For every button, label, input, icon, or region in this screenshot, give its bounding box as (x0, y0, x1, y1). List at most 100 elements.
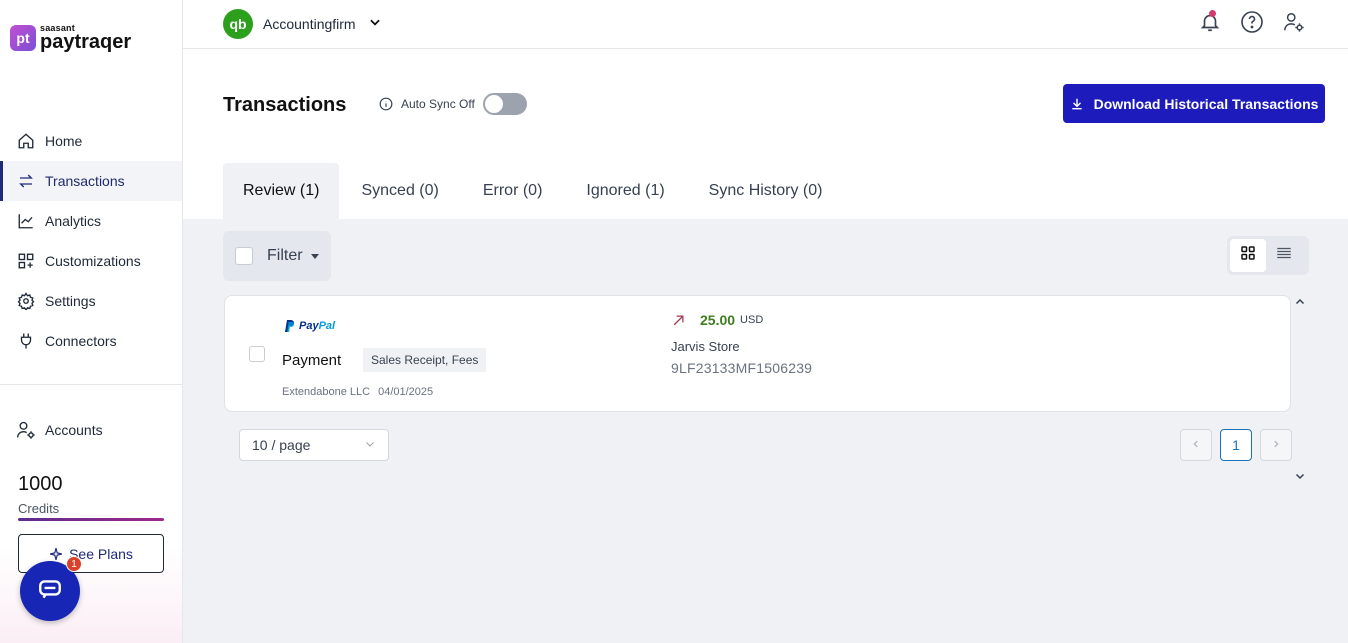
tab-review[interactable]: Review (1) (223, 163, 340, 219)
sidebar-item-label: Customizations (45, 253, 141, 269)
transaction-tag: Sales Receipt, Fees (363, 348, 487, 372)
next-page-button[interactable] (1260, 429, 1292, 461)
logo-mark: pt (10, 25, 36, 51)
sidebar: pt saasant paytraqer Home Transactions A… (0, 0, 183, 643)
line-chart-icon (16, 211, 36, 231)
scroll-up-button[interactable] (1294, 295, 1306, 313)
tab-synced[interactable]: Synced (0) (339, 163, 460, 219)
grid-view-button[interactable] (1230, 239, 1266, 272)
sidebar-item-settings[interactable]: Settings (0, 281, 182, 321)
credits-label: Credits (18, 501, 60, 516)
download-label: Download Historical Transactions (1093, 95, 1319, 112)
page-number-button[interactable]: 1 (1220, 429, 1252, 461)
filter-label: Filter (267, 247, 303, 264)
sidebar-item-label: Settings (45, 293, 96, 309)
download-historical-transactions-button[interactable]: Download Historical Transactions (1063, 84, 1325, 123)
chevron-down-icon (1294, 469, 1306, 486)
transaction-card[interactable]: Pay Pal Payment Sales Receipt, Fees Exten… (224, 295, 1291, 412)
prev-page-button[interactable] (1180, 429, 1212, 461)
chevron-right-icon (1271, 436, 1281, 454)
transaction-type: Payment (282, 352, 342, 369)
sidebar-item-label: Accounts (45, 422, 103, 438)
help-circle-icon (1240, 10, 1264, 39)
select-all-checkbox[interactable] (235, 247, 253, 265)
auto-sync-label: Auto Sync Off (401, 97, 475, 111)
list-icon (1274, 244, 1294, 267)
toggle-knob (484, 95, 503, 113)
transaction-store: Jarvis Store (671, 339, 740, 354)
chat-icon (37, 576, 63, 607)
chevron-up-icon (1294, 295, 1306, 312)
filter-dropdown[interactable]: Filter (223, 231, 331, 281)
company-name: Accountingfirm (263, 16, 356, 32)
credits-progress-bar (18, 518, 164, 521)
app-logo[interactable]: pt saasant paytraqer (10, 24, 131, 52)
transaction-checkbox[interactable] (249, 346, 265, 362)
logo-title: paytraqer (40, 31, 132, 53)
credits-value: 1000 (18, 473, 63, 495)
transactions-panel: Filter Pay Pal Payment Sales Receipt, Fee… (183, 219, 1348, 643)
caret-down-icon (310, 253, 319, 259)
user-settings-icon (16, 420, 36, 440)
sidebar-item-analytics[interactable]: Analytics (0, 201, 182, 241)
credits-progress-fill (18, 518, 164, 521)
page-size-select[interactable]: 10 / page (239, 429, 389, 461)
list-view-button[interactable] (1266, 239, 1302, 272)
grid-plus-icon (16, 251, 36, 271)
transaction-currency: USD (740, 314, 764, 326)
plug-icon (16, 331, 36, 351)
paypal-mark-icon (285, 320, 295, 332)
tab-error[interactable]: Error (0) (461, 163, 565, 219)
tab-sync-history[interactable]: Sync History (0) (687, 163, 845, 219)
chevron-down-icon (364, 437, 376, 453)
auto-sync-control: Auto Sync Off (379, 93, 527, 115)
swap-arrows-icon (16, 171, 36, 191)
sidebar-nav: Home Transactions Analytics Customizatio… (0, 121, 182, 361)
sidebar-item-label: Home (45, 133, 83, 149)
top-bar: qb Accountingfirm (183, 0, 1348, 49)
tab-ignored[interactable]: Ignored (1) (564, 163, 686, 219)
sidebar-item-home[interactable]: Home (0, 121, 182, 161)
transaction-company: Extendabone LLC (282, 386, 371, 398)
help-button[interactable] (1238, 10, 1266, 38)
transaction-date: 04/01/2025 (378, 386, 434, 398)
sidebar-item-customizations[interactable]: Customizations (0, 241, 182, 281)
transaction-amount: 25.00 (700, 312, 736, 328)
notifications-button[interactable] (1196, 10, 1224, 38)
sparkle-icon (49, 547, 63, 561)
paypal-logo: Pay Pal (285, 320, 335, 332)
download-icon (1070, 97, 1084, 111)
sidebar-item-label: Analytics (45, 213, 102, 229)
user-settings-icon (1283, 11, 1305, 38)
info-icon[interactable] (379, 97, 393, 111)
quickbooks-logo: qb (223, 9, 253, 39)
chat-notification-badge: 1 (66, 556, 82, 572)
grid-icon (1239, 244, 1257, 267)
sidebar-item-label: Connectors (45, 333, 117, 349)
scroll-down-button[interactable] (1294, 469, 1306, 487)
gear-icon (16, 291, 36, 311)
chevron-down-icon (368, 15, 382, 34)
user-settings-button[interactable] (1280, 10, 1308, 38)
arrow-up-right-icon (671, 313, 686, 328)
paypal-text-pal: Pal (318, 320, 336, 332)
sidebar-item-transactions[interactable]: Transactions (0, 161, 182, 201)
paypal-text-pay: Pay (299, 320, 319, 332)
auto-sync-toggle[interactable] (482, 93, 527, 115)
sidebar-item-connectors[interactable]: Connectors (0, 321, 182, 361)
page-size-value: 10 / page (252, 437, 311, 453)
pagination: 1 (1180, 429, 1292, 461)
sidebar-item-accounts[interactable]: Accounts (0, 410, 182, 450)
page-title: Transactions (223, 94, 347, 116)
chevron-left-icon (1191, 436, 1201, 454)
company-selector[interactable]: qb Accountingfirm (223, 9, 382, 39)
transaction-meta: Extendabone LLC 04/01/2025 (282, 386, 433, 398)
transaction-amount-row: 25.00 USD (671, 312, 763, 328)
sidebar-item-label: Transactions (45, 173, 125, 189)
notification-dot (1209, 10, 1216, 17)
transaction-reference: 9LF23133MF1506239 (671, 360, 813, 376)
sidebar-divider (0, 384, 182, 385)
status-tabs: Review (1) Synced (0) Error (0) Ignored … (223, 163, 844, 219)
view-toggle (1227, 236, 1309, 275)
home-icon (16, 131, 36, 151)
